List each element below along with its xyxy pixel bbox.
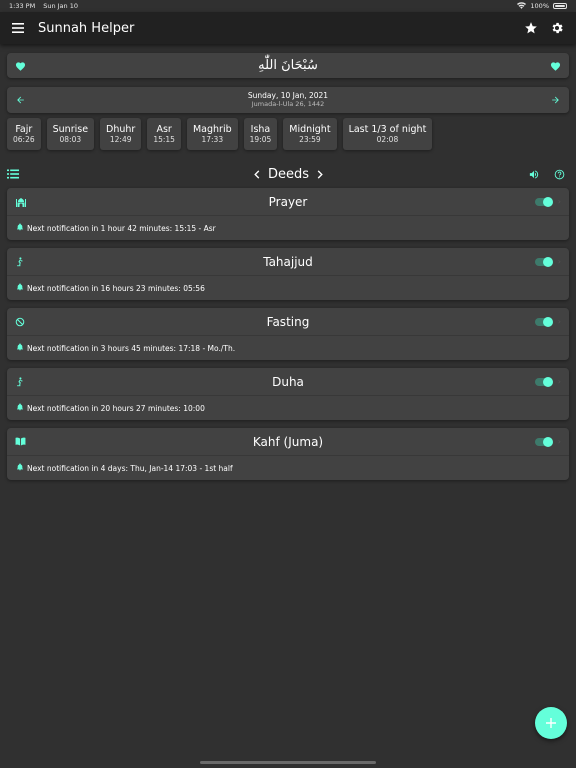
deed-toggle[interactable] bbox=[534, 256, 553, 267]
notification-text: Next notification in 1 hour 42 minutes: … bbox=[27, 223, 216, 233]
prayer-time-chip[interactable]: Last 1/3 of night 02:08 bbox=[342, 118, 433, 150]
prayer-time-chip[interactable]: Dhuhr 12:49 bbox=[100, 118, 142, 150]
deed-card-prayer[interactable]: Prayer › Next notification in 1 hour 42 … bbox=[7, 188, 569, 240]
arrow-left-icon[interactable] bbox=[15, 95, 26, 105]
deed-card-kahf[interactable]: Kahf (Juma) › Next notification in 4 day… bbox=[7, 428, 569, 480]
prayer-name: Midnight bbox=[289, 123, 331, 135]
deed-card-tahajjud[interactable]: Tahajjud › Next notification in 16 hours… bbox=[7, 248, 569, 300]
volume-icon[interactable] bbox=[528, 169, 540, 180]
list-icon[interactable] bbox=[7, 169, 19, 179]
praying-person-icon bbox=[15, 376, 25, 387]
deeds-title: Deeds bbox=[267, 166, 310, 182]
prayer-name: Fajr bbox=[15, 123, 33, 135]
menu-icon[interactable] bbox=[12, 23, 24, 33]
mosque-icon bbox=[15, 197, 27, 207]
chevron-right-icon[interactable]: › bbox=[558, 437, 561, 446]
prayer-times: Fajr 06:26 Sunrise 08:03 Dhuhr 12:49 Asr… bbox=[7, 118, 433, 150]
heart-icon[interactable] bbox=[15, 61, 26, 71]
prayer-time: 23:59 bbox=[299, 135, 321, 145]
deed-title: Prayer bbox=[268, 194, 308, 209]
prayer-time: 17:33 bbox=[201, 135, 224, 145]
chevron-left-icon[interactable] bbox=[254, 169, 260, 179]
prayer-time: 19:05 bbox=[249, 135, 272, 145]
prayer-time: 08:03 bbox=[59, 135, 82, 145]
prayer-time-chip[interactable]: Fajr 06:26 bbox=[7, 118, 41, 150]
add-deed-button[interactable] bbox=[535, 707, 567, 739]
no-food-icon bbox=[15, 317, 25, 327]
chevron-right-icon[interactable]: › bbox=[558, 197, 561, 206]
deed-title: Duha bbox=[272, 374, 304, 389]
deed-card-duha[interactable]: Duha › Next notification in 20 hours 27 … bbox=[7, 368, 569, 420]
deed-title: Tahajjud bbox=[263, 254, 313, 269]
chevron-right-icon[interactable]: › bbox=[558, 257, 561, 266]
prayer-name: Sunrise bbox=[52, 123, 89, 135]
deed-toggle[interactable] bbox=[534, 376, 553, 387]
notification-text: Next notification in 3 hours 45 minutes:… bbox=[27, 343, 236, 353]
book-icon bbox=[15, 437, 26, 446]
home-indicator[interactable] bbox=[200, 761, 376, 764]
date-bar: Sunday, 10 Jan, 2021 Jumada-l-Ula 26, 14… bbox=[7, 87, 569, 113]
prayer-time: 12:49 bbox=[109, 135, 132, 145]
help-icon[interactable] bbox=[554, 169, 565, 180]
prayer-name: Dhuhr bbox=[106, 123, 136, 135]
prayer-time-chip[interactable]: Isha 19:05 bbox=[243, 118, 278, 150]
bell-icon bbox=[16, 463, 24, 473]
bell-icon bbox=[16, 343, 24, 353]
battery-percent: 100% bbox=[530, 2, 549, 10]
prayer-time: 15:15 bbox=[153, 135, 175, 145]
prayer-time-chip[interactable]: Asr 15:15 bbox=[147, 118, 181, 150]
prayer-name: Asr bbox=[156, 123, 172, 135]
prayer-name: Maghrib bbox=[192, 123, 232, 135]
chevron-right-icon[interactable]: › bbox=[558, 317, 561, 326]
bell-icon bbox=[16, 283, 24, 293]
prayer-time-chip[interactable]: Midnight 23:59 bbox=[283, 118, 337, 150]
status-time: 1:33 PM bbox=[9, 2, 36, 10]
app-title: Sunnah Helper bbox=[38, 20, 135, 36]
deed-title: Fasting bbox=[266, 314, 310, 329]
dhikr-card[interactable]: سُبْحَانَ اللّٰهِ bbox=[7, 53, 569, 78]
deed-title: Kahf (Juma) bbox=[252, 434, 324, 449]
prayer-time-chip[interactable]: Maghrib 17:33 bbox=[186, 118, 238, 150]
heart-icon[interactable] bbox=[550, 61, 561, 71]
battery-icon bbox=[553, 3, 567, 9]
deed-toggle[interactable] bbox=[534, 316, 553, 327]
chevron-right-icon[interactable] bbox=[317, 169, 323, 179]
prayer-time-chip[interactable]: Sunrise 08:03 bbox=[46, 118, 95, 150]
bell-icon bbox=[16, 403, 24, 413]
status-bar: 1:33 PM Sun Jan 10 100% bbox=[0, 0, 576, 12]
prayer-time: 02:08 bbox=[376, 135, 399, 145]
deed-toggle[interactable] bbox=[534, 196, 553, 207]
deeds-header: Deeds bbox=[7, 164, 569, 184]
prayer-time: 06:26 bbox=[13, 135, 35, 145]
dhikr-text: سُبْحَانَ اللّٰهِ bbox=[258, 58, 318, 73]
star-icon[interactable] bbox=[524, 21, 538, 35]
prayer-name: Isha bbox=[250, 123, 271, 135]
deed-toggle[interactable] bbox=[534, 436, 553, 447]
notification-text: Next notification in 16 hours 23 minutes… bbox=[27, 283, 205, 293]
hijri-date: Jumada-l-Ula 26, 1442 bbox=[251, 99, 325, 108]
chevron-right-icon[interactable]: › bbox=[558, 377, 561, 386]
wifi-icon bbox=[517, 1, 527, 11]
status-date: Sun Jan 10 bbox=[43, 2, 78, 10]
gear-icon[interactable] bbox=[550, 21, 564, 35]
deed-card-fasting[interactable]: Fasting › Next notification in 3 hours 4… bbox=[7, 308, 569, 360]
prayer-name: Last 1/3 of night bbox=[348, 123, 427, 135]
plus-icon bbox=[545, 714, 557, 733]
app-bar: Sunnah Helper bbox=[0, 12, 576, 44]
arrow-right-icon[interactable] bbox=[550, 95, 561, 105]
praying-person-icon bbox=[15, 256, 25, 267]
notification-text: Next notification in 20 hours 27 minutes… bbox=[27, 403, 205, 413]
notification-text: Next notification in 4 days: Thu, Jan-14… bbox=[27, 463, 233, 473]
bell-icon bbox=[16, 223, 24, 233]
